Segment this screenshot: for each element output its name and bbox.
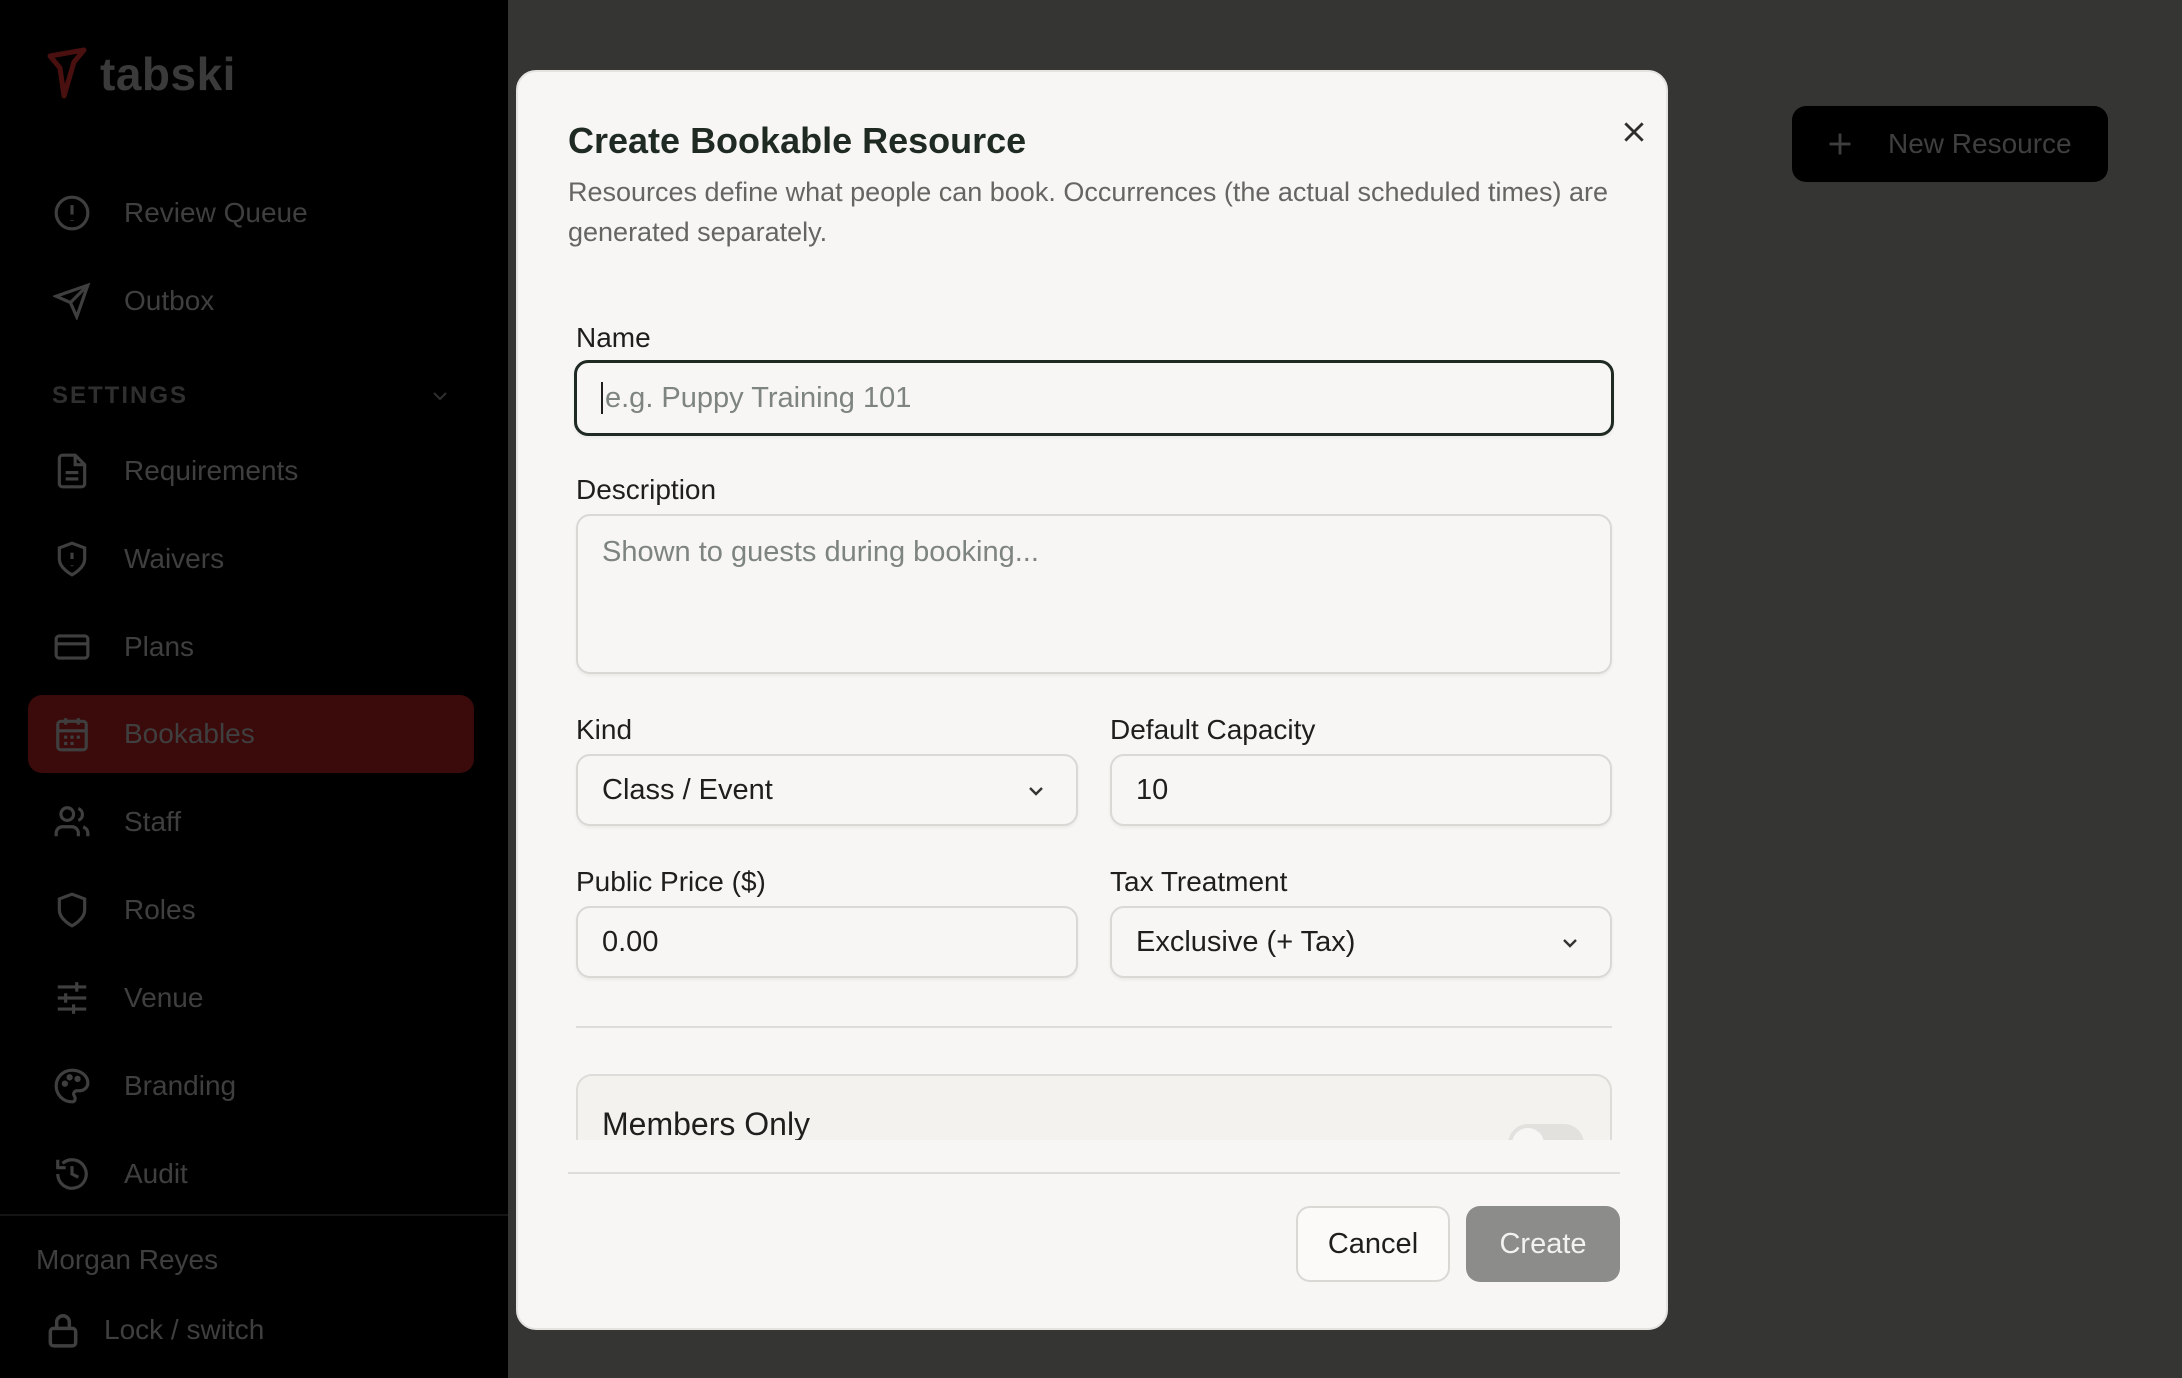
calendar-icon (52, 714, 92, 754)
default-capacity-input[interactable]: 10 (1110, 754, 1612, 826)
lock-switch-label: Lock / switch (104, 1314, 265, 1345)
sidebar-item-branding[interactable]: Branding (28, 1047, 474, 1125)
kind-select[interactable]: Class / Event (576, 754, 1078, 826)
new-resource-label: New Resource (1888, 128, 2072, 159)
chevron-down-icon (433, 392, 447, 401)
sidebar-item-label: Bookables (124, 718, 255, 749)
document-icon (52, 451, 92, 491)
lock-switch-button[interactable]: Lock / switch (44, 1310, 264, 1350)
sidebar-divider (0, 1214, 508, 1216)
sidebar-item-label: Plans (124, 631, 195, 662)
members-only-label: Members Only (602, 1106, 811, 1140)
sidebar-item-label: Venue (124, 982, 204, 1013)
cancel-button[interactable]: Cancel (1296, 1206, 1450, 1282)
plus-icon (1829, 133, 1851, 155)
alert-circle-icon (52, 193, 92, 233)
tax-treatment-select[interactable]: Exclusive (+ Tax) (1110, 906, 1612, 978)
palette-icon (52, 1066, 92, 1106)
close-icon (1624, 122, 1644, 142)
current-user-name: Morgan Reyes (36, 1244, 219, 1275)
section-divider (576, 1026, 1612, 1028)
close-button[interactable] (1606, 104, 1662, 160)
sliders-icon (52, 978, 92, 1018)
sidebar-item-staff[interactable]: Staff (28, 783, 474, 861)
members-only-card: Members Only (576, 1074, 1612, 1140)
sidebar-item-label: Requirements (124, 455, 299, 486)
section-label: SETTINGS (52, 382, 189, 409)
sidebar-item-label: Staff (124, 806, 182, 837)
sidebar-item-label: Review Queue (124, 197, 308, 228)
sidebar-item-bookables[interactable]: Bookables (28, 695, 474, 773)
default-capacity-label: Default Capacity (1110, 714, 1316, 745)
sidebar-item-label: Waivers (124, 543, 225, 574)
chevron-down-icon (1024, 778, 1048, 802)
send-icon (52, 281, 92, 321)
default-capacity-value: 10 (1136, 773, 1169, 806)
history-icon (52, 1154, 92, 1194)
footer-divider (568, 1172, 1620, 1174)
sidebar: tabski Review Queue Outbox SETTINGS Requ… (0, 0, 508, 1378)
tax-treatment-label: Tax Treatment (1110, 866, 1288, 897)
sidebar-item-label: Roles (124, 894, 196, 925)
sidebar-item-venue[interactable]: Venue (28, 959, 474, 1037)
shield-alert-icon (52, 539, 92, 579)
sidebar-item-label: Audit (124, 1158, 188, 1189)
description-placeholder: Shown to guests during booking... (602, 536, 1039, 568)
chevron-down-icon (1558, 930, 1582, 954)
public-price-input[interactable]: 0.00 (576, 906, 1078, 978)
name-label: Name (576, 322, 651, 353)
toggle-knob (1512, 1128, 1544, 1140)
new-resource-button[interactable]: New Resource (1792, 106, 2108, 182)
text-caret (601, 382, 603, 414)
settings-section-toggle[interactable]: SETTINGS (52, 382, 452, 410)
create-resource-dialog: Create Bookable Resource Resources defin… (516, 70, 1668, 1330)
description-label: Description (576, 474, 717, 505)
sidebar-item-review-queue[interactable]: Review Queue (28, 174, 474, 252)
sidebar-item-plans[interactable]: Plans (28, 608, 474, 686)
app-logo[interactable]: tabski (44, 46, 236, 102)
kind-value: Class / Event (602, 773, 773, 806)
lock-icon (48, 1314, 78, 1348)
tabski-logo-icon (47, 47, 87, 99)
sidebar-item-roles[interactable]: Roles (28, 871, 474, 949)
name-placeholder: e.g. Puppy Training 101 (605, 381, 912, 414)
sidebar-item-requirements[interactable]: Requirements (28, 432, 474, 510)
public-price-label: Public Price ($) (576, 866, 766, 897)
credit-card-icon (52, 627, 92, 667)
kind-label: Kind (576, 714, 633, 745)
sidebar-item-label: Outbox (124, 285, 215, 316)
public-price-value: 0.00 (602, 925, 659, 958)
tax-treatment-value: Exclusive (+ Tax) (1136, 925, 1356, 958)
dialog-description: Resources define what people can book. O… (568, 177, 1609, 247)
create-button[interactable]: Create (1466, 1206, 1620, 1282)
sidebar-item-label: Branding (124, 1070, 237, 1101)
description-textarea[interactable]: Shown to guests during booking... (576, 514, 1612, 674)
dialog-title: Create Bookable Resource (568, 120, 1027, 161)
sidebar-item-waivers[interactable]: Waivers (28, 520, 474, 598)
sidebar-item-outbox[interactable]: Outbox (28, 262, 474, 340)
members-only-toggle[interactable] (1508, 1124, 1584, 1140)
name-input[interactable]: e.g. Puppy Training 101 (574, 360, 1614, 436)
shield-icon (52, 890, 92, 930)
app-name: tabski (100, 48, 236, 100)
users-icon (52, 802, 92, 842)
sidebar-item-audit[interactable]: Audit (28, 1135, 474, 1213)
